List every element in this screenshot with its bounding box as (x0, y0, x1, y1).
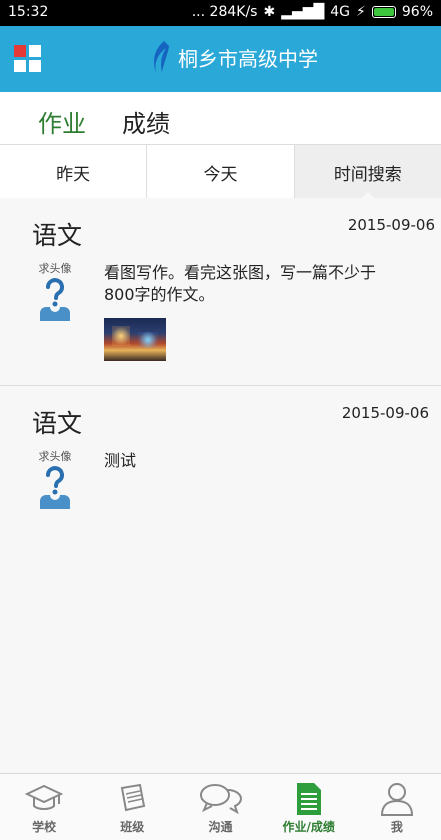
graduation-cap-icon (25, 784, 64, 810)
charging-icon: ⚡ (356, 4, 366, 20)
bluetooth-icon: ✱ (263, 4, 276, 20)
subject-title: 语文 (32, 409, 83, 438)
homework-content: 测试 (104, 451, 137, 470)
nav-label: 我 (390, 820, 403, 834)
tab-homework[interactable]: 作业 (38, 104, 86, 139)
subject-title: 语文 (32, 221, 83, 250)
avatar-placeholder-text: 求头像 (38, 262, 72, 275)
tab-yesterday[interactable]: 昨天 (0, 145, 146, 199)
list-item[interactable]: 语文 2015-09-06 求头像 测试 (0, 386, 441, 536)
person-question-icon (40, 466, 70, 509)
app-bar: 桐乡市高级中学 (0, 26, 441, 92)
nav-item-school[interactable]: 学校 (0, 774, 88, 840)
top-tab-bar: 作业 成绩 (0, 92, 441, 144)
grid-menu-icon[interactable] (14, 45, 41, 72)
tab-time-search[interactable]: 时间搜索 (293, 145, 441, 200)
network-type: 4G (330, 4, 351, 20)
bottom-nav: 学校 班级 沟通 作业/成绩 我 (0, 773, 441, 840)
nav-item-homework-grades[interactable]: 作业/成绩 (265, 774, 353, 840)
person-icon (380, 783, 413, 816)
nav-label: 班级 (120, 820, 145, 834)
avatar: 求头像 (32, 448, 78, 514)
chat-bubbles-icon (199, 784, 242, 814)
avatar-placeholder-text: 求头像 (38, 450, 72, 463)
homework-date: 2015-09-06 (341, 404, 429, 422)
books-icon (121, 783, 146, 812)
homework-content: 看图写作。看完这张图，写一篇不少于800字的作文。 (104, 263, 377, 304)
avatar: 求头像 (32, 260, 78, 326)
document-icon (296, 783, 321, 815)
app-title: 桐乡市高级中学 (178, 46, 318, 71)
homework-date: 2015-09-06 (347, 216, 435, 234)
nav-label: 沟通 (208, 820, 233, 834)
nav-label: 学校 (32, 820, 57, 834)
nav-label: 作业/成绩 (282, 820, 335, 834)
tab-today[interactable]: 今天 (146, 145, 293, 199)
status-bar: 15:32 ... 284K/s ✱ ▂▄▆█ 4G ⚡ 96% (0, 0, 441, 26)
list-item[interactable]: 语文 2015-09-06 求头像 看图写作。看完这张图，写一篇不少于800字的… (0, 198, 441, 386)
nav-item-class[interactable]: 班级 (88, 774, 176, 840)
status-indicators: ... 284K/s ✱ ▂▄▆█ 4G ⚡ 96% (192, 4, 433, 20)
network-speed: ... 284K/s (191, 4, 258, 20)
homework-list: 语文 2015-09-06 求头像 看图写作。看完这张图，写一篇不少于800字的… (0, 198, 441, 773)
status-time: 15:32 (8, 4, 49, 20)
homework-image-thumbnail[interactable] (104, 318, 166, 361)
school-logo-icon (154, 41, 169, 73)
battery-icon (371, 6, 396, 18)
battery-level: 96% (401, 4, 433, 20)
app-header: 桐乡市高级中学 (150, 40, 318, 74)
nav-item-me[interactable]: 我 (353, 774, 441, 840)
tab-grades[interactable]: 成绩 (122, 104, 170, 139)
date-filter-tabs: 昨天 今天 时间搜索 (0, 144, 441, 200)
signal-icon: ▂▄▆█ (281, 4, 325, 20)
person-question-icon (40, 278, 70, 321)
nav-item-communication[interactable]: 沟通 (176, 774, 264, 840)
